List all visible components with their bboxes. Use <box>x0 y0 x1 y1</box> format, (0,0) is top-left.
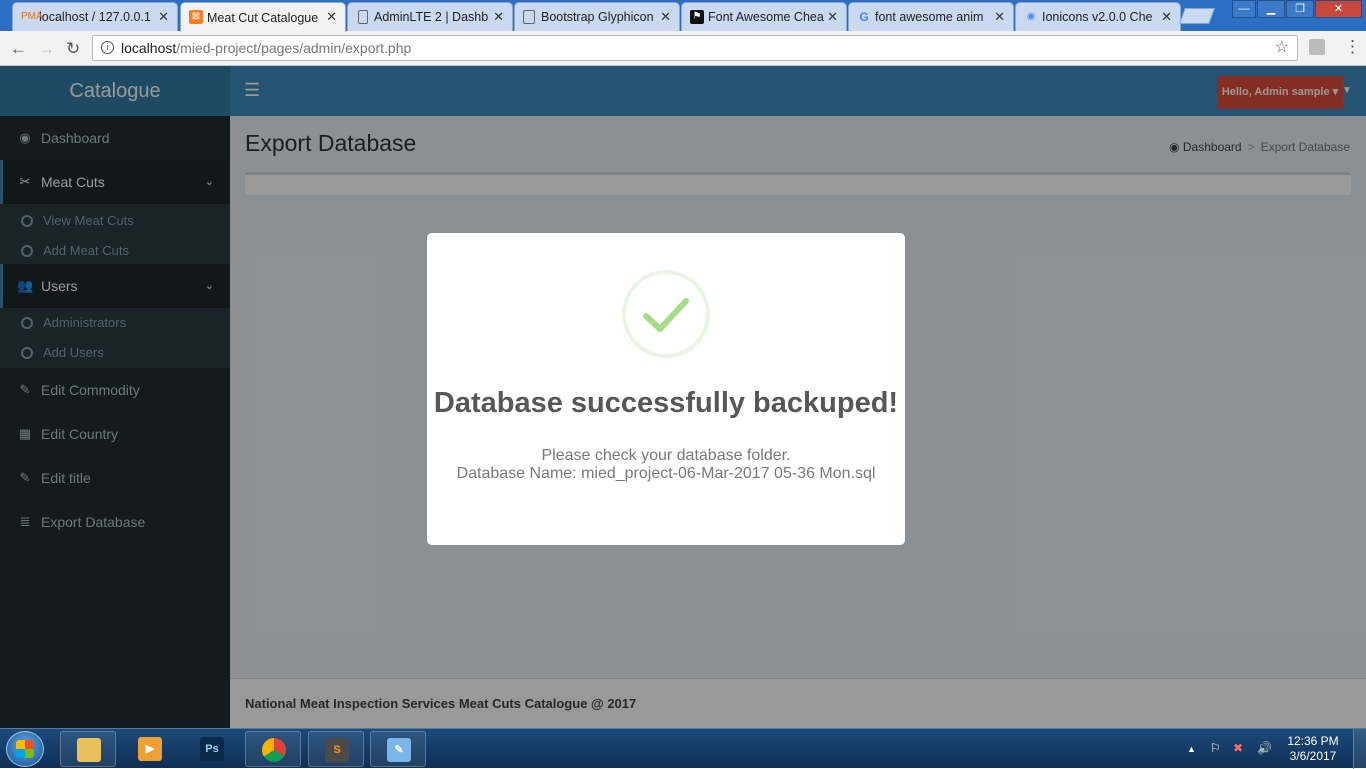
windows-logo-icon <box>16 740 34 758</box>
windows-taskbar: ▶ Ps S ✎ ▲ ⚐ ✖ 🔊 12:36 PM 3/6/2017 <box>0 728 1366 769</box>
flag-icon: ⚑ <box>690 10 704 24</box>
taskbar-app[interactable]: Ps <box>184 731 240 767</box>
close-icon[interactable]: ✕ <box>493 9 504 25</box>
tab-title: Meat Cut Catalogue <box>207 10 319 25</box>
tab-title: Font Awesome Chea <box>708 10 824 24</box>
close-icon[interactable]: ✕ <box>827 9 838 25</box>
tab-title: Bootstrap Glyphicon <box>541 10 654 24</box>
action-center-icon[interactable]: ⚐ <box>1210 741 1221 755</box>
paint-icon: ✎ <box>387 738 411 762</box>
close-icon[interactable]: ✕ <box>158 9 169 25</box>
modal-text: Please check your database folder. Datab… <box>427 447 905 483</box>
extension-icon[interactable] <box>1309 39 1325 55</box>
close-window-button[interactable]: ✕ <box>1315 0 1362 18</box>
minimize-window-button[interactable]: — <box>1232 0 1256 18</box>
bookmark-star-icon[interactable]: ☆ <box>1275 36 1289 60</box>
browser-tab[interactable]: G font awesome anim ✕ <box>848 2 1014 31</box>
new-tab-button[interactable] <box>1179 8 1215 24</box>
tab-title: Ionicons v2.0.0 Che <box>1042 10 1153 24</box>
photoshop-icon: Ps <box>200 737 224 761</box>
clock-time: 12:36 PM <box>1287 734 1339 748</box>
google-icon: G <box>859 10 869 24</box>
page-icon <box>358 10 368 24</box>
page-icon <box>523 10 535 24</box>
chrome-icon <box>262 738 286 762</box>
modal-line-1: Please check your database folder. <box>541 447 791 464</box>
minimize-icon[interactable]: ▁ <box>1257 0 1285 18</box>
media-player-icon: ▶ <box>138 737 162 761</box>
admin-app: Catalogue ☰ Hello, Admin sample ▾ ▼ ◉ Da… <box>0 66 1366 728</box>
browser-tab[interactable]: AdminLTE 2 | Dashb ✕ <box>347 2 513 31</box>
url-path: /mied-project/pages/admin/export.php <box>176 40 412 56</box>
browser-tab[interactable]: ⚑ Font Awesome Chea ✕ <box>681 2 847 31</box>
browser-tab[interactable]: PMA localhost / 127.0.0.1 ✕ <box>12 2 178 31</box>
taskbar-app[interactable]: ✎ <box>370 731 426 767</box>
phpmyadmin-icon: PMA <box>21 11 43 22</box>
network-icon[interactable]: ✖ <box>1233 741 1243 755</box>
show-desktop-button[interactable] <box>1353 729 1366 769</box>
browser-menu-icon[interactable]: ⋮ <box>1344 37 1361 57</box>
taskbar-app[interactable]: ▶ <box>122 731 178 767</box>
close-icon[interactable]: ✕ <box>994 9 1005 25</box>
check-mark <box>643 298 689 332</box>
url-input[interactable]: i localhost/mied-project/pages/admin/exp… <box>92 35 1298 61</box>
show-hidden-icons[interactable]: ▲ <box>1187 744 1196 754</box>
browser-tab[interactable]: ◉ Ionicons v2.0.0 Che ✕ <box>1015 2 1181 31</box>
close-icon[interactable]: ✕ <box>1161 9 1172 25</box>
close-icon[interactable]: ✕ <box>660 9 671 25</box>
xampp-icon: ⊠ <box>189 10 203 24</box>
taskbar-app[interactable] <box>60 731 116 767</box>
browser-tab-active[interactable]: ⊠ Meat Cut Catalogue ✕ <box>180 2 346 32</box>
reload-icon[interactable]: ↻ <box>66 39 80 59</box>
taskbar-app[interactable] <box>245 731 301 767</box>
browser-tabstrip: PMA localhost / 127.0.0.1 ✕ ⊠ Meat Cut C… <box>0 0 1366 32</box>
forward-arrow-icon[interactable]: → <box>38 39 55 59</box>
clock-date: 3/6/2017 <box>1289 749 1337 763</box>
browser-tab[interactable]: Bootstrap Glyphicon ✕ <box>514 2 680 31</box>
tab-title: localhost / 127.0.0.1 <box>39 10 151 24</box>
tab-title: font awesome anim <box>875 10 984 24</box>
start-button[interactable] <box>6 731 44 767</box>
ionicons-icon: ◉ <box>1026 11 1036 22</box>
taskbar-app[interactable]: S <box>308 731 364 767</box>
modal-title: Database successfully backuped! <box>433 387 899 419</box>
volume-icon[interactable]: 🔊 <box>1257 741 1272 755</box>
close-icon[interactable]: ✕ <box>326 9 337 25</box>
success-modal: Database successfully backuped! Please c… <box>427 233 905 545</box>
tab-title: AdminLTE 2 | Dashb <box>374 10 489 24</box>
modal-line-2: Database Name: mied_project-06-Mar-2017 … <box>456 465 876 482</box>
sublime-text-icon: S <box>325 738 349 762</box>
file-explorer-icon <box>77 738 101 762</box>
back-arrow-icon[interactable]: ← <box>10 39 27 59</box>
system-clock[interactable]: 12:36 PM 3/6/2017 <box>1282 734 1344 764</box>
maximize-button[interactable]: ❐ <box>1286 0 1314 18</box>
url-host: localhost <box>121 40 177 56</box>
success-check-icon <box>622 270 710 358</box>
address-bar: ← → ↻ i localhost/mied-project/pages/adm… <box>0 31 1366 66</box>
info-icon[interactable]: i <box>101 41 114 54</box>
